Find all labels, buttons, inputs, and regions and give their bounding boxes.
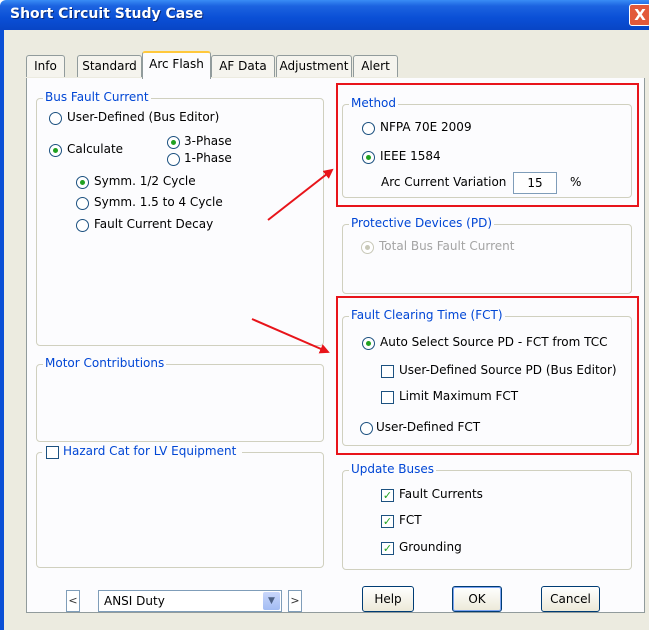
tab-label: Arc Flash — [149, 57, 204, 71]
chevron-left-icon: < — [68, 594, 78, 607]
cancel-button[interactable]: Cancel — [541, 586, 600, 612]
arrow-to-fct — [251, 318, 330, 354]
tab-arc-flash[interactable]: Arc Flash — [142, 51, 211, 79]
help-button[interactable]: Help — [362, 586, 414, 612]
chevron-right-icon: > — [290, 594, 300, 607]
prev-duty-button[interactable]: < — [66, 590, 80, 612]
annotation-arrows — [251, 168, 334, 354]
duty-select-value: ANSI Duty — [104, 594, 165, 608]
next-duty-button[interactable]: > — [288, 590, 302, 612]
duty-select[interactable]: ANSI Duty ▼ — [98, 590, 282, 612]
chevron-down-icon: ▼ — [263, 592, 280, 610]
ok-button[interactable]: OK — [452, 586, 502, 612]
arrow-to-method — [267, 168, 334, 221]
